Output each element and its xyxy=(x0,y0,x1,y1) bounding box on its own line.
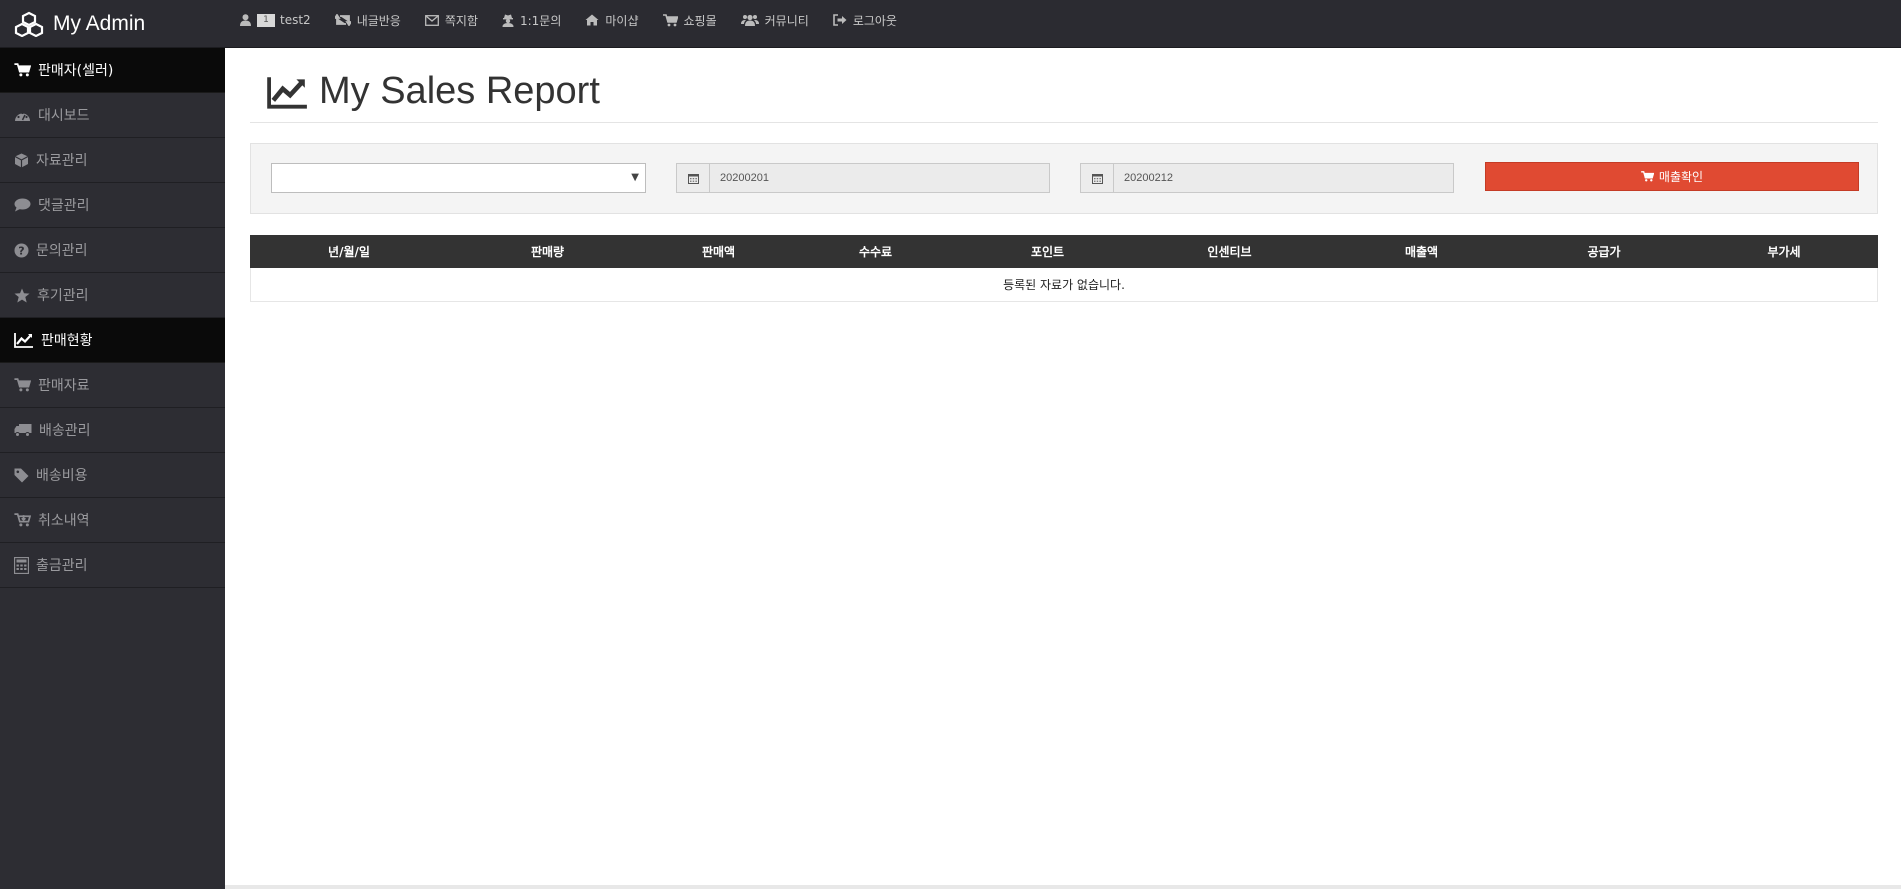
sidebar-item-label: 댓글관리 xyxy=(38,198,90,214)
column-header-incentive[interactable]: 인센티브 xyxy=(1134,243,1325,260)
date-from-field[interactable]: 20200201 xyxy=(676,163,1050,193)
cart-arrow-icon xyxy=(14,513,31,527)
footer-border xyxy=(225,885,1901,889)
column-header-date[interactable]: 년/월/일 xyxy=(250,243,448,260)
svg-text:?: ? xyxy=(18,244,24,257)
user-level-badge: 1 xyxy=(257,13,275,27)
check-sales-button[interactable]: 매출확인 xyxy=(1485,162,1859,191)
question-circle-icon: ? xyxy=(14,243,29,257)
sidebar-item-label: 취소내역 xyxy=(38,513,90,529)
truck-icon xyxy=(14,424,32,437)
calculator-icon xyxy=(14,556,29,574)
home-icon xyxy=(585,14,599,26)
date-to-value[interactable]: 20200212 xyxy=(1114,164,1453,192)
brand-title: My Admin xyxy=(53,12,146,35)
sidebar-item-review-management[interactable]: 후기관리 xyxy=(0,273,225,318)
cube-icon xyxy=(14,153,29,167)
column-header-sales-amount[interactable]: 판매액 xyxy=(647,243,790,260)
nav-messages[interactable]: 쪽지함 xyxy=(424,12,478,29)
sidebar-section-seller[interactable]: 판매자(셀러) xyxy=(0,48,225,93)
nav-label: 1:1문의 xyxy=(519,13,562,28)
sidebar-item-label: 문의관리 xyxy=(36,243,88,259)
sidebar-item-label: 배송관리 xyxy=(39,423,91,439)
line-chart-icon xyxy=(267,76,307,109)
column-header-supply-price[interactable]: 공급가 xyxy=(1518,243,1690,260)
user-name: test2 xyxy=(280,13,311,27)
table-empty-row: 등록된 자료가 없습니다. xyxy=(250,268,1878,302)
envelope-icon xyxy=(424,14,439,26)
title-divider xyxy=(250,122,1878,123)
main-content: My Sales Report ▼ 20200201 20200212 매출확인… xyxy=(225,48,1901,886)
page-title: My Sales Report xyxy=(267,70,600,113)
empty-message: 등록된 자료가 없습니다. xyxy=(1003,278,1125,292)
top-nav: 1 test2 내글반응 쪽지함 1:1문의 마이샵 쇼핑몰 커뮤니티 로그아웃 xyxy=(240,0,921,40)
line-chart-icon xyxy=(14,333,33,348)
sidebar-item-label: 대시보드 xyxy=(38,108,90,124)
cart-icon xyxy=(14,63,31,77)
nav-label: 쪽지함 xyxy=(444,13,478,28)
sidebar-section-label: 판매현황 xyxy=(41,333,93,349)
filter-panel: ▼ 20200201 20200212 매출확인 xyxy=(250,143,1878,214)
nav-my-post-reactions[interactable]: 내글반응 xyxy=(334,12,401,29)
column-header-vat[interactable]: 부가세 xyxy=(1690,243,1878,260)
nav-label: 쇼핑몰 xyxy=(683,13,717,28)
sidebar-item-data-management[interactable]: 자료관리 xyxy=(0,138,225,183)
column-header-commission[interactable]: 수수료 xyxy=(790,243,961,260)
sidebar-item-comment-management[interactable]: 댓글관리 xyxy=(0,183,225,228)
sidebar-item-label: 배송비용 xyxy=(36,468,88,484)
column-header-quantity[interactable]: 판매량 xyxy=(448,243,647,260)
sidebar-item-sales-data[interactable]: 판매자료 xyxy=(0,363,225,408)
button-label: 매출확인 xyxy=(1658,170,1704,184)
nav-logout[interactable]: 로그아웃 xyxy=(833,12,897,29)
table-header: 년/월/일 판매량 판매액 수수료 포인트 인센티브 매출액 공급가 부가세 xyxy=(250,235,1878,268)
sidebar-item-label: 자료관리 xyxy=(36,153,88,169)
caret-down-icon: ▼ xyxy=(631,172,639,183)
sidebar-section-sales-status[interactable]: 판매현황 xyxy=(0,318,225,363)
user-icon xyxy=(240,14,251,26)
nav-my-shop[interactable]: 마이샵 xyxy=(585,12,639,29)
sidebar-item-inquiry-management[interactable]: ? 문의관리 xyxy=(0,228,225,273)
sidebar: 판매자(셀러) 대시보드 자료관리 댓글관리 ? 문의관리 후기관리 판매현황 … xyxy=(0,48,225,889)
users-icon xyxy=(740,14,759,26)
nav-label: 내글반응 xyxy=(356,13,401,28)
nav-shopping-mall[interactable]: 쇼핑몰 xyxy=(662,12,717,29)
top-bar: My Admin 1 test2 내글반응 쪽지함 1:1문의 마이샵 쇼핑몰 xyxy=(0,0,1901,48)
comment-icon xyxy=(14,198,31,212)
sidebar-item-shipping-management[interactable]: 배송관리 xyxy=(0,408,225,453)
category-select[interactable]: ▼ xyxy=(271,163,646,193)
nav-label: 커뮤니티 xyxy=(764,13,809,28)
date-from-value[interactable]: 20200201 xyxy=(710,164,1049,192)
column-header-revenue[interactable]: 매출액 xyxy=(1325,243,1518,260)
dashboard-icon xyxy=(15,111,30,121)
nav-label: 로그아웃 xyxy=(852,13,897,28)
nav-label: 마이샵 xyxy=(605,13,639,28)
sidebar-section-label: 판매자(셀러) xyxy=(38,63,114,79)
column-header-points[interactable]: 포인트 xyxy=(961,243,1134,260)
cart-icon xyxy=(662,13,678,26)
sidebar-item-cancellation-history[interactable]: 취소내역 xyxy=(0,498,225,543)
cart-icon xyxy=(14,378,31,392)
user-secret-icon xyxy=(502,14,514,27)
nav-community[interactable]: 커뮤니티 xyxy=(740,12,809,29)
sidebar-item-label: 판매자료 xyxy=(38,378,90,394)
tag-icon xyxy=(14,468,29,482)
cart-icon xyxy=(1641,171,1654,182)
sidebar-item-withdrawal-management[interactable]: 출금관리 xyxy=(0,543,225,588)
sidebar-item-shipping-cost[interactable]: 배송비용 xyxy=(0,453,225,498)
calendar-icon xyxy=(1081,164,1114,192)
calendar-icon xyxy=(677,164,710,192)
sales-table: 년/월/일 판매량 판매액 수수료 포인트 인센티브 매출액 공급가 부가세 등… xyxy=(250,235,1878,302)
date-to-field[interactable]: 20200212 xyxy=(1080,163,1454,193)
sidebar-item-dashboard[interactable]: 대시보드 xyxy=(0,93,225,138)
cubes-icon xyxy=(14,11,44,37)
star-icon xyxy=(14,288,30,302)
sidebar-item-label: 후기관리 xyxy=(37,288,89,304)
retweet-icon xyxy=(334,14,351,26)
brand-logo[interactable]: My Admin xyxy=(14,8,145,40)
sidebar-item-label: 출금관리 xyxy=(36,558,88,574)
nav-inquiry[interactable]: 1:1문의 xyxy=(502,12,561,29)
page-title-text: My Sales Report xyxy=(319,70,600,112)
user-menu[interactable]: 1 test2 xyxy=(240,13,311,27)
sign-out-icon xyxy=(833,14,847,26)
